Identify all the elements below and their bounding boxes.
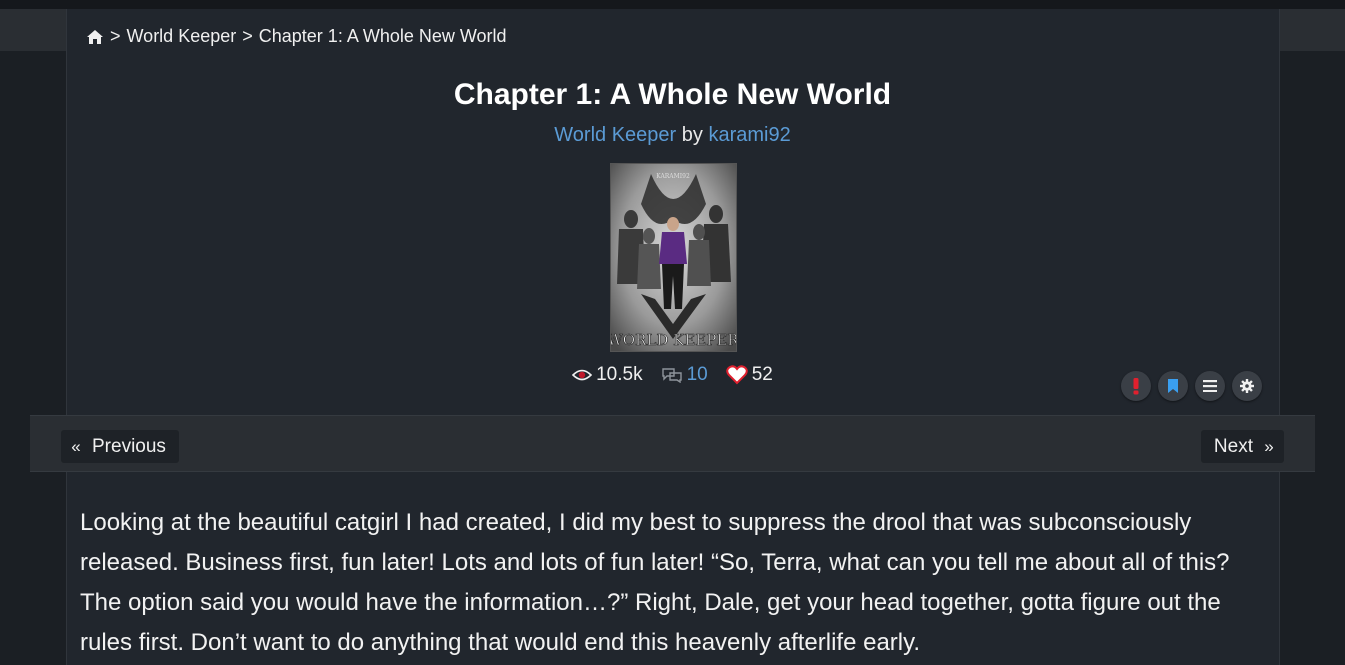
home-icon[interactable] — [86, 29, 104, 45]
chapter-content: Looking at the beautiful catgirl I had c… — [80, 503, 1275, 663]
views-stat: 10.5k — [572, 364, 643, 386]
breadcrumb-separator: > — [110, 26, 121, 46]
eye-icon — [572, 369, 593, 381]
comments-icon — [661, 368, 682, 383]
previous-chapter-button[interactable]: « Previous — [61, 430, 179, 463]
settings-icon — [1240, 379, 1254, 393]
next-chapter-button[interactable]: Next » — [1200, 430, 1284, 463]
report-icon — [1133, 378, 1139, 395]
header-band-left — [0, 9, 66, 51]
breadcrumb-story-link[interactable]: World Keeper — [127, 26, 237, 47]
bookmark-icon — [1168, 379, 1178, 393]
likes-count: 52 — [751, 364, 773, 385]
previous-label: Previous — [92, 435, 166, 457]
chapter-navigation: « Previous Next » — [30, 415, 1315, 472]
breadcrumb-separator: > — [242, 26, 253, 46]
cover-image[interactable]: WORLD KEEPER KARAMI92 — [610, 163, 737, 352]
next-arrow-icon: » — [1264, 436, 1274, 456]
svg-text:WORLD KEEPER: WORLD KEEPER — [611, 331, 736, 349]
author-link[interactable]: karami92 — [708, 124, 790, 146]
byline: World Keeper by karami92 — [0, 124, 1345, 147]
next-label: Next — [1213, 435, 1253, 457]
chapter-tools — [1121, 371, 1262, 401]
comments-count: 10 — [686, 364, 708, 385]
breadcrumb: > World Keeper > Chapter 1: A Whole New … — [86, 26, 507, 47]
cover-art: WORLD KEEPER KARAMI92 — [611, 164, 736, 351]
header-band-right — [1279, 9, 1345, 51]
views-count: 10.5k — [596, 364, 643, 385]
previous-arrow-icon: « — [71, 436, 81, 456]
top-bar — [0, 0, 1345, 9]
breadcrumb-current-chapter: Chapter 1: A Whole New World — [258, 26, 507, 46]
chapter-title: Chapter 1: A Whole New World — [453, 78, 892, 111]
by-text: by — [681, 124, 703, 146]
chapter-list-button[interactable] — [1195, 371, 1225, 401]
chapter-paragraph: Looking at the beautiful catgirl I had c… — [80, 509, 1230, 656]
bookmark-button[interactable] — [1158, 371, 1188, 401]
comments-stat[interactable]: 10 — [661, 364, 708, 386]
likes-stat[interactable]: 52 — [725, 364, 773, 386]
report-button[interactable] — [1121, 371, 1151, 401]
svg-text:KARAMI92: KARAMI92 — [656, 173, 690, 180]
menu-icon — [1203, 380, 1217, 392]
settings-button[interactable] — [1232, 371, 1262, 401]
story-link[interactable]: World Keeper — [554, 124, 676, 146]
heart-icon — [725, 365, 748, 385]
